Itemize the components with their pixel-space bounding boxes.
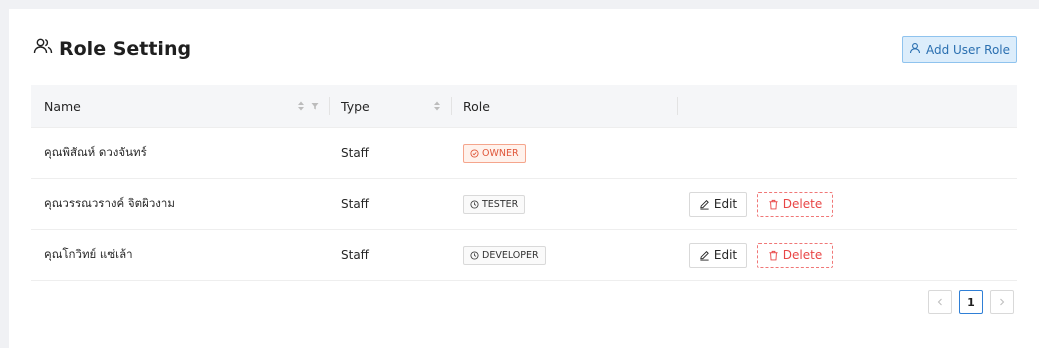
table-row: คุณโกวิทย์ แซ่เล้า Staff DEVELOPER Edit … — [31, 230, 1017, 281]
delete-button[interactable]: Delete — [757, 191, 833, 217]
user-name: คุณวรรณวรางค์ จิตผิวงาม — [44, 196, 175, 210]
next-page-button[interactable] — [990, 290, 1014, 314]
role-tag: DEVELOPER — [463, 245, 546, 265]
table-header: Name Type Role — [31, 85, 1017, 128]
user-type: Staff — [341, 248, 369, 262]
page-title-text: Role Setting — [59, 37, 192, 60]
column-name-label: Name — [44, 98, 81, 114]
actions-cell: Edit Delete — [677, 191, 1017, 217]
edit-icon — [700, 250, 709, 261]
edit-label: Edit — [713, 248, 738, 262]
column-header-role: Role — [451, 97, 677, 115]
clock-icon — [470, 250, 479, 260]
sort-icon[interactable] — [297, 101, 305, 111]
pagination: 1 — [928, 290, 1014, 314]
table-row: คุณพิสัณห์ ดวงจันทร์ Staff OWNER — [31, 128, 1017, 179]
role-cell: OWNER — [451, 143, 677, 163]
delete-button[interactable]: Delete — [757, 242, 833, 268]
chevron-right-icon — [1000, 298, 1005, 306]
edit-button[interactable]: Edit — [689, 242, 747, 268]
page-button[interactable]: 1 — [959, 290, 983, 314]
delete-label: Delete — [782, 248, 823, 262]
trash-icon — [769, 199, 778, 209]
page-title: Role Setting — [33, 36, 191, 61]
user-type: Staff — [341, 146, 369, 160]
user-name: คุณโกวิทย์ แซ่เล้า — [44, 247, 133, 261]
column-role-label: Role — [463, 98, 490, 114]
card-header: Role Setting Add User Role — [9, 9, 1039, 89]
column-divider — [451, 97, 452, 115]
actions-cell: Edit Delete — [677, 242, 1017, 268]
edit-button[interactable]: Edit — [689, 191, 747, 217]
clock-icon — [470, 148, 479, 158]
delete-label: Delete — [782, 197, 823, 211]
column-divider — [329, 97, 330, 115]
edit-label: Edit — [713, 197, 738, 211]
filter-icon[interactable] — [311, 101, 319, 111]
table-row: คุณวรรณวรางค์ จิตผิวงาม Staff TESTER Edi… — [31, 179, 1017, 230]
type-column-controls — [433, 101, 441, 111]
user-name: คุณพิสัณห์ ดวงจันทร์ — [44, 145, 147, 159]
clock-icon — [470, 199, 479, 209]
role-setting-card: Role Setting Add User Role Name Type Rol… — [9, 9, 1039, 348]
role-tag: OWNER — [463, 143, 526, 163]
user-icon — [909, 42, 921, 57]
users-icon — [33, 36, 53, 61]
role-tag-label: DEVELOPER — [482, 249, 539, 261]
user-type: Staff — [341, 197, 369, 211]
role-cell: DEVELOPER — [451, 245, 677, 265]
prev-page-button[interactable] — [928, 290, 952, 314]
role-tag: TESTER — [463, 194, 526, 214]
column-type-label: Type — [341, 98, 370, 114]
add-user-role-label: Add User Role — [925, 42, 1011, 57]
role-cell: TESTER — [451, 194, 677, 214]
chevron-left-icon — [937, 298, 942, 306]
sort-icon[interactable] — [433, 101, 441, 111]
edit-icon — [700, 199, 709, 210]
role-tag-label: TESTER — [482, 198, 519, 210]
column-header-type[interactable]: Type — [329, 97, 451, 115]
role-tag-label: OWNER — [482, 147, 519, 159]
name-column-controls — [297, 101, 319, 111]
add-user-role-button[interactable]: Add User Role — [902, 36, 1017, 63]
trash-icon — [769, 250, 778, 260]
roles-table: Name Type Role คุณพิสัณห์ ดวงจันทร์ Staf… — [31, 85, 1017, 281]
column-header-name[interactable]: Name — [31, 99, 329, 114]
column-divider — [677, 97, 678, 115]
